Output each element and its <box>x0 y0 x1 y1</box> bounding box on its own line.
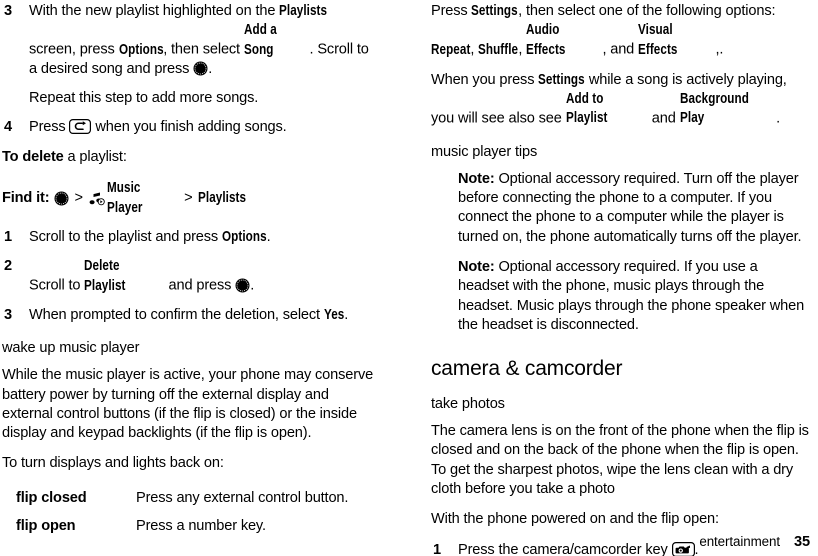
turn-on-lead-text: To turn displays and lights back on: <box>2 455 224 472</box>
menu-label-settings: Settings <box>471 3 519 19</box>
findit-label: Find it: <box>2 190 50 207</box>
flip-term: flip closed <box>16 489 87 506</box>
back-key-icon <box>69 119 92 135</box>
footer-page-number: 35 <box>793 534 810 550</box>
table-row: flip closed Press any external control b… <box>2 485 377 513</box>
manual-page: 3 With the new playlist highlighted on th… <box>0 0 818 556</box>
step-text: With the new playlist highlighted on the <box>29 3 280 19</box>
menu-label-add-to-playlist: Add to Playlist <box>565 91 608 127</box>
menu-label-audio-effects: Audio Effects <box>526 22 566 58</box>
menu-label-shuffle: Shuffle <box>478 41 519 58</box>
flip-open-lead-text: With the phone powered on and the flip o… <box>431 511 719 528</box>
menu-label-yes: Yes <box>323 306 345 323</box>
music-player-note-icon <box>88 191 106 206</box>
menu-label-options: Options <box>221 229 267 246</box>
menu-label-playlists: Playlists <box>279 3 328 19</box>
para-text: , and <box>602 41 639 58</box>
menu-label-options: Options <box>118 41 164 58</box>
step-text: . <box>250 277 255 294</box>
findit-item-music-player: Music Player <box>106 180 143 217</box>
heading-music-player-tips: music player tips <box>431 143 538 160</box>
take-photos-body-text: The camera lens is on the front of the p… <box>431 423 809 498</box>
step-number: 3 <box>4 306 12 323</box>
findit-playlists: Find it: > Music Player > Playlists <box>2 178 377 218</box>
footer-section-name: entertainment <box>699 534 780 549</box>
settings-while-playing-paragraph: When you press Settings while a song is … <box>431 71 810 129</box>
step-text: . <box>344 306 349 323</box>
step-number: 3 <box>4 3 12 19</box>
step-text: Scroll to the playlist and press <box>29 229 222 246</box>
menu-label-add-a-song: Add a Song <box>243 22 277 58</box>
step-text: when you finish adding songs. <box>91 119 287 136</box>
two-column-layout: 3 With the new playlist highlighted on th… <box>0 0 818 556</box>
para-text: ,. <box>715 41 724 58</box>
select-center-key-icon <box>54 191 69 206</box>
select-center-key-icon <box>235 278 250 293</box>
findit-item-playlists: Playlists <box>197 190 246 207</box>
para-text: When you press <box>431 71 539 88</box>
to-delete-rest: a playlist: <box>63 148 127 165</box>
step-4-finish: 4 Press when you finish adding songs. <box>2 118 377 137</box>
para-text: Press <box>431 3 472 19</box>
step-text: , then select <box>163 41 244 58</box>
step-text: . <box>266 229 271 246</box>
step-text: When prompted to confirm the deletion, s… <box>29 306 324 323</box>
flip-state-table: flip closed Press any external control b… <box>2 485 377 542</box>
findit-separator-2: > <box>184 190 193 207</box>
menu-label-visual-effects: Visual Effects <box>638 22 678 58</box>
step-text: and press <box>164 277 236 294</box>
heading-take-photos: take photos <box>431 396 505 413</box>
to-delete-bold: To delete <box>2 148 64 165</box>
flip-description: Press any external control button. <box>136 489 349 506</box>
step-text: Scroll to <box>29 277 85 294</box>
step-3-repeat-note: Repeat this step to add more songs. <box>29 90 259 107</box>
note-label: Note: <box>458 258 495 275</box>
step-3-add-song: 3 With the new playlist highlighted on th… <box>2 2 377 79</box>
note-text: Optional accessory required. If you use … <box>458 258 805 333</box>
note-text: Optional accessory required. Turn off th… <box>458 170 802 245</box>
right-column: Press Settings, then select one of the f… <box>405 0 818 556</box>
select-center-key-icon <box>193 61 208 76</box>
step-text: . <box>208 60 213 77</box>
delete-step-2: 2 Scroll to Delete Playlist and press . <box>2 257 377 296</box>
step-text: screen, press <box>29 41 119 58</box>
to-delete-lead: To delete a playlist: <box>2 148 377 167</box>
left-column: 3 With the new playlist highlighted on th… <box>0 0 405 556</box>
para-text: and <box>647 110 680 127</box>
menu-label-settings: Settings <box>538 71 585 88</box>
heading-wake-up-music-player: wake up music player <box>2 340 140 357</box>
menu-label-delete-playlist: Delete Playlist <box>84 258 126 294</box>
step-text: Press <box>29 119 70 136</box>
wake-up-body-text: While the music player is active, your p… <box>2 367 374 442</box>
step-number: 1 <box>4 229 12 246</box>
note-computer-connection: Note: Optional accessory required. Turn … <box>431 170 810 247</box>
step-number: 4 <box>4 119 12 136</box>
para-text: , <box>518 41 527 58</box>
para-text: , then select one of the following optio… <box>518 3 776 19</box>
step-number: 2 <box>4 258 12 275</box>
menu-label-repeat: Repeat <box>431 41 471 58</box>
page-footer: entertainment 35 <box>0 534 810 550</box>
heading-camera-and-camcorder: camera & camcorder <box>431 357 623 381</box>
delete-step-1: 1 Scroll to the playlist and press Option… <box>2 228 377 247</box>
note-headset-audio: Note: Optional accessory required. If yo… <box>431 258 810 335</box>
menu-label-background-play: Background Play <box>679 91 749 127</box>
findit-separator: > <box>74 190 83 207</box>
note-label: Note: <box>458 170 495 187</box>
settings-options-paragraph: Press Settings, then select one of the f… <box>431 2 810 60</box>
delete-step-3: 3 When prompted to confirm the deletion, … <box>2 306 377 325</box>
para-text: . <box>776 110 781 127</box>
